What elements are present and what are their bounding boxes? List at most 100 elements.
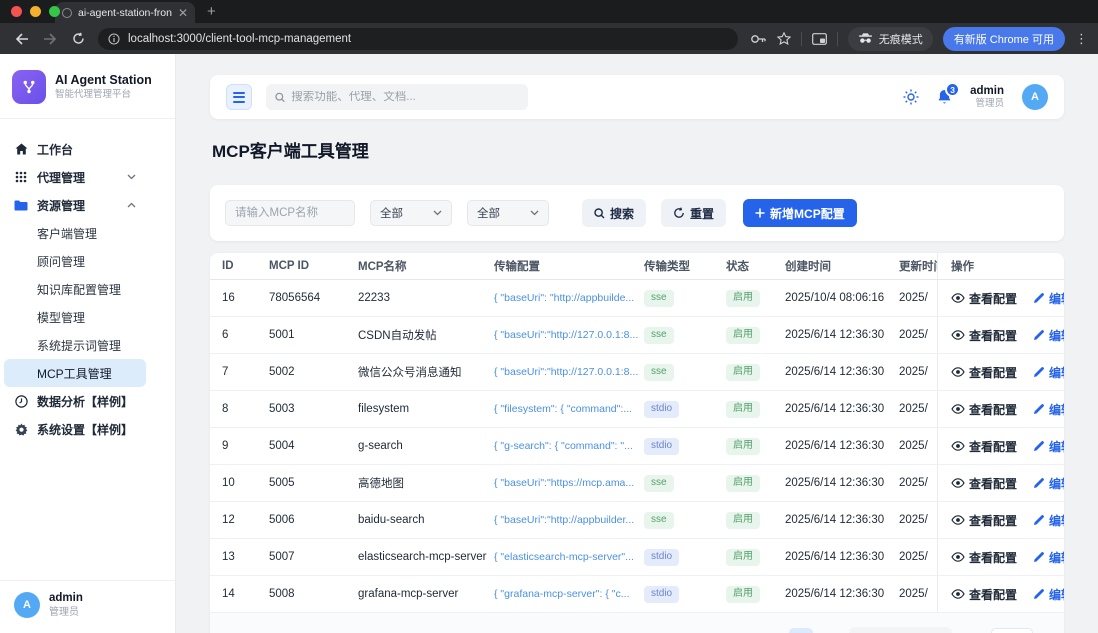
select-value: 全部 bbox=[477, 205, 500, 221]
config-link[interactable]: { "baseUri": "http://appbuilde... bbox=[494, 292, 644, 304]
cell-mcp-name: baidu-search bbox=[358, 514, 494, 526]
chevron-down-icon bbox=[433, 210, 442, 216]
edit-button[interactable]: 编辑 bbox=[1033, 475, 1064, 492]
status-badge: 启用 bbox=[726, 549, 760, 566]
status-select[interactable]: 全部 bbox=[467, 200, 549, 226]
sidebar-user-profile[interactable]: A admin 管理员 bbox=[0, 580, 175, 633]
sidebar-item-advisor-management[interactable]: 顾问管理 bbox=[4, 247, 146, 275]
folder-icon bbox=[14, 200, 28, 211]
cell-actions: 查看配置 编辑 bbox=[937, 428, 1064, 464]
window-close-button[interactable] bbox=[11, 6, 22, 17]
refresh-icon bbox=[673, 207, 685, 219]
theme-sun-icon[interactable] bbox=[903, 89, 919, 105]
sidebar-item-system-prompt-management[interactable]: 系统提示词管理 bbox=[4, 331, 146, 359]
window-zoom-button[interactable] bbox=[49, 6, 60, 17]
reset-button[interactable]: 重置 bbox=[661, 199, 726, 227]
forward-icon[interactable] bbox=[38, 27, 62, 51]
view-config-label: 查看配置 bbox=[969, 327, 1017, 344]
sidebar-item-client-management[interactable]: 客户端管理 bbox=[4, 219, 146, 247]
config-link[interactable]: { "filesystem": { "command":... bbox=[494, 403, 644, 415]
browser-tab[interactable]: ai-agent-station-front ✕ bbox=[55, 2, 195, 23]
chrome-update-button[interactable]: 有新版 Chrome 可用 bbox=[943, 27, 1065, 51]
cell-actions: 查看配置 编辑 bbox=[937, 317, 1064, 353]
tab-search-panel-icon[interactable] bbox=[812, 33, 827, 45]
edit-button[interactable]: 编辑 bbox=[1033, 290, 1064, 307]
sidebar-item-label: 系统设置【样例】 bbox=[37, 421, 133, 438]
page-jump-input[interactable] bbox=[991, 628, 1033, 633]
cell-mcp-name: elasticsearch-mcp-server bbox=[358, 551, 494, 563]
edit-button[interactable]: 编辑 bbox=[1033, 438, 1064, 455]
notification-count-badge: 3 bbox=[945, 82, 960, 97]
search-button[interactable]: 搜索 bbox=[582, 199, 646, 227]
config-link[interactable]: { "baseUri":"http://127.0.0.1:8... bbox=[494, 329, 644, 341]
cell-mcp-name: CSDN自动发帖 bbox=[358, 327, 494, 343]
view-config-button[interactable]: 查看配置 bbox=[951, 475, 1017, 492]
collapse-sidebar-icon[interactable] bbox=[226, 84, 252, 110]
edit-button[interactable]: 编辑 bbox=[1033, 364, 1064, 381]
back-icon[interactable] bbox=[10, 27, 34, 51]
sidebar-item-agent-management[interactable]: 代理管理 bbox=[4, 163, 146, 191]
notifications-button[interactable]: 3 bbox=[937, 89, 952, 105]
pencil-icon bbox=[1033, 440, 1045, 452]
mcp-name-input[interactable] bbox=[225, 200, 355, 226]
new-tab-button[interactable]: + bbox=[207, 3, 216, 23]
url-bar[interactable]: localhost:3000/client-tool-mcp-managemen… bbox=[98, 28, 738, 50]
page-number-button[interactable]: 1 bbox=[789, 628, 813, 633]
sidebar-item-knowledgebase-management[interactable]: 知识库配置管理 bbox=[4, 275, 146, 303]
site-info-icon[interactable] bbox=[108, 33, 120, 45]
browser-menu-icon[interactable]: ⋮ bbox=[1075, 31, 1088, 47]
sidebar-item-mcp-tool-management[interactable]: MCP工具管理 bbox=[4, 359, 146, 387]
view-config-button[interactable]: 查看配置 bbox=[951, 512, 1017, 529]
cell-mcp-id: 78056564 bbox=[269, 292, 358, 304]
config-link[interactable]: { "elasticsearch-mcp-server"... bbox=[494, 551, 644, 563]
view-config-button[interactable]: 查看配置 bbox=[951, 438, 1017, 455]
global-search-input[interactable] bbox=[291, 91, 519, 103]
cell-mcp-name: grafana-mcp-server bbox=[358, 588, 494, 600]
view-config-button[interactable]: 查看配置 bbox=[951, 364, 1017, 381]
window-controls bbox=[11, 6, 60, 17]
page-size-select[interactable]: 每页条数: 10 bbox=[849, 627, 952, 633]
column-header-status: 状态 bbox=[726, 258, 785, 274]
reload-icon[interactable] bbox=[66, 27, 90, 51]
view-config-button[interactable]: 查看配置 bbox=[951, 549, 1017, 566]
sidebar-item-workbench[interactable]: 工作台 bbox=[4, 135, 146, 163]
view-config-button[interactable]: 查看配置 bbox=[951, 401, 1017, 418]
transport-type-badge: sse bbox=[644, 475, 674, 492]
config-link[interactable]: { "baseUri":"http://127.0.0.1:8... bbox=[494, 366, 644, 378]
view-config-button[interactable]: 查看配置 bbox=[951, 327, 1017, 344]
view-config-button[interactable]: 查看配置 bbox=[951, 290, 1017, 307]
top-header: 3 admin 管理员 A bbox=[210, 75, 1064, 119]
window-minimize-button[interactable] bbox=[30, 6, 41, 17]
global-search[interactable] bbox=[266, 84, 528, 110]
edit-button[interactable]: 编辑 bbox=[1033, 512, 1064, 529]
transport-type-select[interactable]: 全部 bbox=[370, 200, 452, 226]
eye-icon bbox=[951, 589, 965, 599]
edit-button[interactable]: 编辑 bbox=[1033, 549, 1064, 566]
sidebar: AI Agent Station 智能代理管理平台 工作台 代理管理 资源管理 … bbox=[0, 54, 176, 633]
cell-id: 6 bbox=[210, 329, 269, 341]
sidebar-item-data-analysis[interactable]: 数据分析【样例】 bbox=[4, 387, 146, 415]
cell-mcp-name: filesystem bbox=[358, 403, 494, 415]
tab-close-icon[interactable]: ✕ bbox=[178, 7, 188, 19]
cell-created-time: 2025/6/14 12:36:30 bbox=[785, 514, 899, 526]
edit-button[interactable]: 编辑 bbox=[1033, 327, 1064, 344]
edit-button[interactable]: 编辑 bbox=[1033, 586, 1064, 603]
sidebar-item-resource-management[interactable]: 资源管理 bbox=[4, 191, 146, 219]
config-link[interactable]: { "g-search": { "command": "... bbox=[494, 440, 644, 452]
config-link[interactable]: { "baseUri":"http://appbuilder... bbox=[494, 514, 644, 526]
table-row: 10 5005 高德地图 { "baseUri":"https://mcp.am… bbox=[210, 465, 1064, 502]
config-link[interactable]: { "grafana-mcp-server": { "c... bbox=[494, 588, 644, 600]
view-config-button[interactable]: 查看配置 bbox=[951, 586, 1017, 603]
edit-button[interactable]: 编辑 bbox=[1033, 401, 1064, 418]
view-config-label: 查看配置 bbox=[969, 586, 1017, 603]
sidebar-item-model-management[interactable]: 模型管理 bbox=[4, 303, 146, 331]
avatar[interactable]: A bbox=[1022, 84, 1048, 110]
edit-label: 编辑 bbox=[1049, 586, 1064, 603]
incognito-icon bbox=[858, 33, 873, 44]
password-key-icon[interactable] bbox=[750, 33, 767, 45]
add-mcp-config-button[interactable]: 新增MCP配置 bbox=[743, 199, 857, 227]
chevron-down-icon bbox=[530, 210, 539, 216]
config-link[interactable]: { "baseUri":"https://mcp.ama... bbox=[494, 477, 644, 489]
bookmark-star-icon[interactable] bbox=[777, 32, 791, 45]
sidebar-item-system-settings[interactable]: 系统设置【样例】 bbox=[4, 415, 146, 443]
